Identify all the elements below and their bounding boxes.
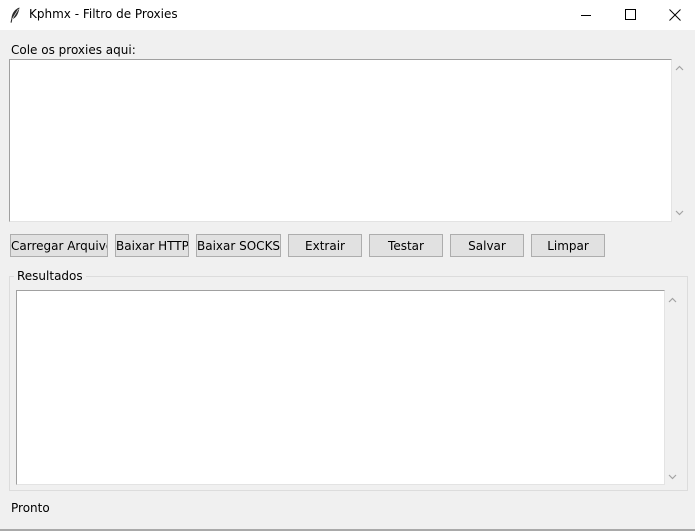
maximize-button[interactable] xyxy=(607,0,653,30)
close-icon xyxy=(669,9,681,21)
minimize-icon xyxy=(581,15,591,16)
extract-button[interactable]: Extrair xyxy=(288,234,362,257)
results-textarea[interactable] xyxy=(16,290,665,485)
scroll-up-icon[interactable] xyxy=(675,65,684,71)
minimize-button[interactable] xyxy=(563,0,609,30)
scroll-down-icon[interactable] xyxy=(668,474,677,480)
close-button[interactable] xyxy=(652,0,695,30)
load-file-button[interactable]: Carregar Arquivo xyxy=(10,234,108,257)
proxies-input-label: Cole os proxies aqui: xyxy=(11,43,136,57)
results-scrollbar[interactable] xyxy=(665,290,682,485)
test-button[interactable]: Testar xyxy=(369,234,443,257)
download-http-button[interactable]: Baixar HTTP xyxy=(115,234,189,257)
save-button[interactable]: Salvar xyxy=(450,234,524,257)
maximize-icon xyxy=(625,9,636,20)
clear-button[interactable]: Limpar xyxy=(531,234,605,257)
results-group-label: Resultados xyxy=(14,269,86,283)
feather-icon xyxy=(10,7,20,23)
scroll-down-icon[interactable] xyxy=(675,210,684,216)
status-text: Pronto xyxy=(11,501,50,515)
scroll-up-icon[interactable] xyxy=(668,297,677,303)
download-socks5-button[interactable]: Baixar SOCKS5 xyxy=(196,234,281,257)
window-title: Kphmx - Filtro de Proxies xyxy=(29,7,178,21)
title-bar: Kphmx - Filtro de Proxies xyxy=(0,0,695,30)
proxies-textarea[interactable] xyxy=(9,59,672,222)
proxies-scrollbar[interactable] xyxy=(672,59,689,222)
